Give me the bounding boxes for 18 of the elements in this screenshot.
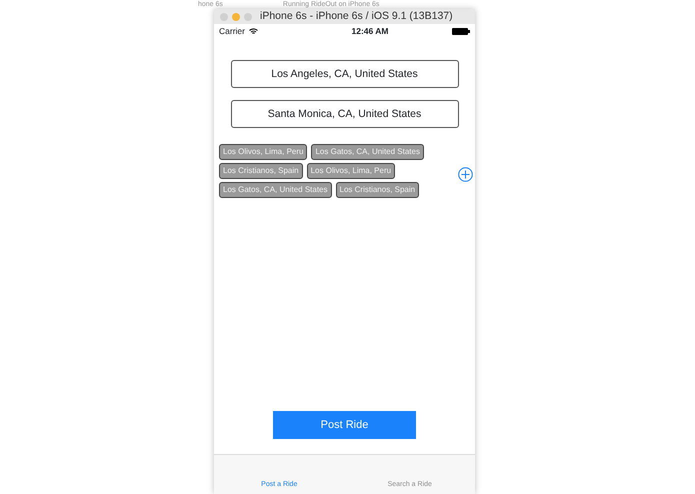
location-tag[interactable]: Los Cristianos, Spain <box>336 182 420 198</box>
post-ride-button[interactable]: Post Ride <box>273 411 416 439</box>
add-icon[interactable] <box>458 166 473 182</box>
zoom-window-icon[interactable] <box>244 12 252 20</box>
window-title: iPhone 6s - iPhone 6s / iOS 9.1 (13B137) <box>260 8 453 24</box>
location-field[interactable]: Santa Monica, CA, United States <box>230 100 458 128</box>
wifi-icon <box>248 28 258 34</box>
battery-icon <box>452 28 470 34</box>
minimize-window-icon[interactable] <box>232 12 240 20</box>
location-tag[interactable]: Los Cristianos, Spain <box>219 163 303 179</box>
location-tag[interactable]: Los Olivos, Lima, Peru <box>219 144 308 160</box>
location-tag[interactable]: Los Olivos, Lima, Peru <box>306 163 396 179</box>
close-window-icon[interactable] <box>220 12 228 20</box>
location-field[interactable]: Los Angeles, CA, United States <box>230 60 458 88</box>
carrier-label: Carrier <box>219 24 245 38</box>
location-tag[interactable]: Los Gatos, CA, United States <box>219 182 332 198</box>
location-tag[interactable]: Los Gatos, CA, United States <box>311 144 424 160</box>
clock-time: 12:46 AM <box>351 24 388 38</box>
